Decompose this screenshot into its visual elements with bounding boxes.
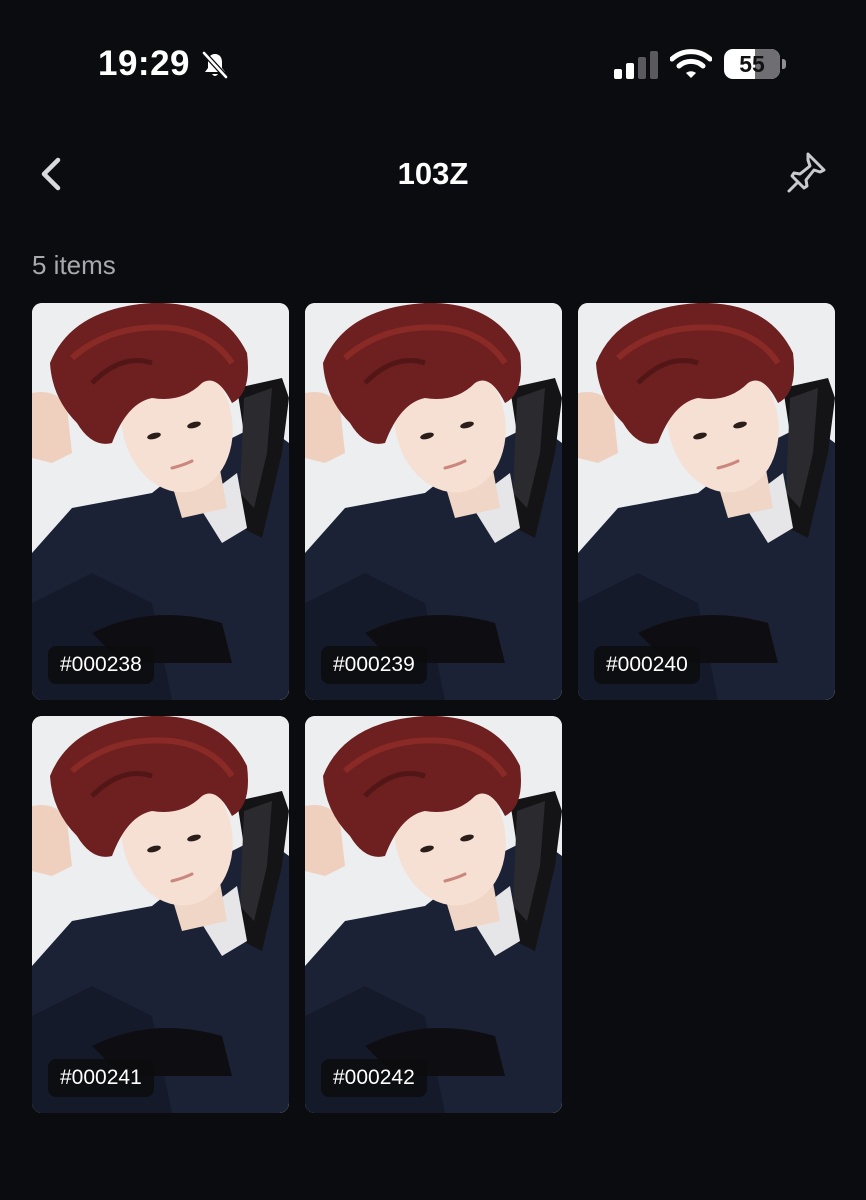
wifi-icon	[670, 49, 712, 78]
status-time: 19:29	[98, 44, 191, 83]
photocard-image	[305, 303, 562, 700]
battery-icon: 55	[724, 49, 786, 79]
photocard-item[interactable]: #000239	[305, 303, 562, 700]
bell-slash-icon	[202, 51, 228, 79]
photocard-id-label: #000241	[48, 1059, 154, 1097]
photocard-item[interactable]: #000240	[578, 303, 835, 700]
photocard-item[interactable]: #000242	[305, 716, 562, 1113]
photocard-id-label: #000239	[321, 646, 427, 684]
photocard-image	[32, 303, 289, 700]
photocard-id-label: #000242	[321, 1059, 427, 1097]
photocard-id-label: #000238	[48, 646, 154, 684]
photocard-image	[305, 716, 562, 1113]
photocard-item[interactable]: #000241	[32, 716, 289, 1113]
photocard-item[interactable]: #000238	[32, 303, 289, 700]
photocard-id-label: #000240	[594, 646, 700, 684]
page-title: 103Z	[397, 156, 469, 191]
pin-icon[interactable]	[784, 150, 828, 196]
photocard-image	[578, 303, 835, 700]
item-count: 5 items	[32, 250, 116, 280]
cellular-signal-icon	[614, 51, 658, 79]
photocard-image	[32, 716, 289, 1113]
battery-percent: 55	[739, 51, 765, 77]
